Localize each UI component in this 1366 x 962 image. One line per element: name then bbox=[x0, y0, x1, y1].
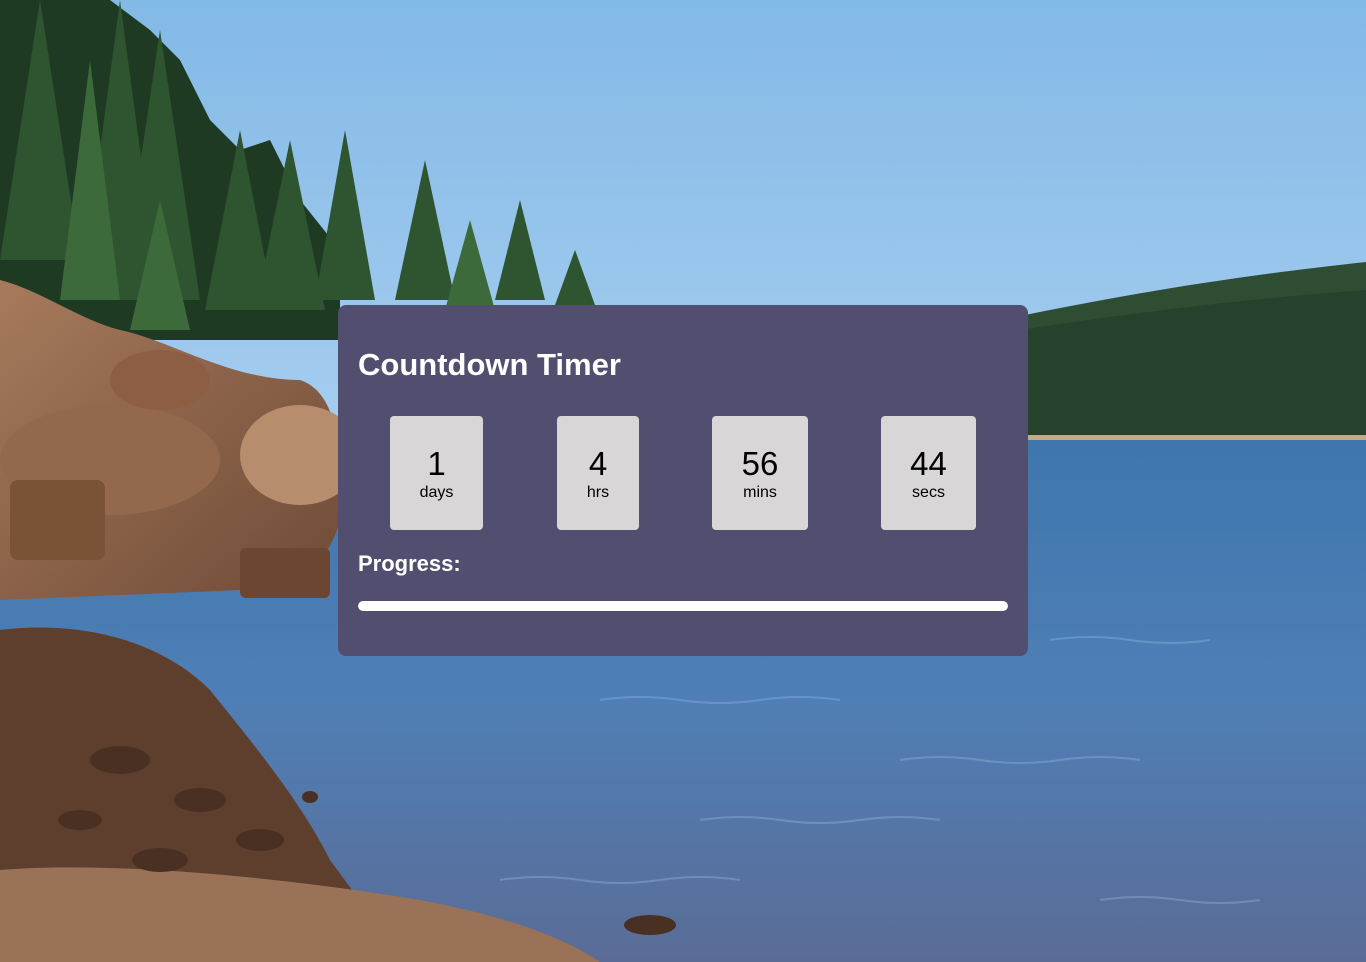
countdown-card: Countdown Timer 1 days 4 hrs 56 mins 44 … bbox=[338, 305, 1028, 656]
days-label: days bbox=[419, 484, 454, 501]
progress-label: Progress: bbox=[358, 551, 461, 576]
minutes-label: mins bbox=[743, 484, 777, 501]
seconds-value: 44 bbox=[910, 445, 947, 482]
hours-value: 4 bbox=[588, 445, 608, 482]
card-title: Countdown Timer bbox=[358, 347, 621, 382]
progress-bar bbox=[358, 601, 1008, 611]
seconds-label: secs bbox=[912, 484, 945, 501]
hours-label: hrs bbox=[586, 484, 610, 501]
minutes-tile: 56 mins bbox=[712, 416, 808, 530]
hours-tile: 4 hrs bbox=[557, 416, 639, 530]
days-value: 1 bbox=[427, 445, 446, 482]
days-tile: 1 days bbox=[390, 416, 483, 530]
progress-bar-fill bbox=[358, 601, 1008, 611]
seconds-tile: 44 secs bbox=[881, 416, 976, 530]
minutes-value: 56 bbox=[741, 445, 779, 482]
